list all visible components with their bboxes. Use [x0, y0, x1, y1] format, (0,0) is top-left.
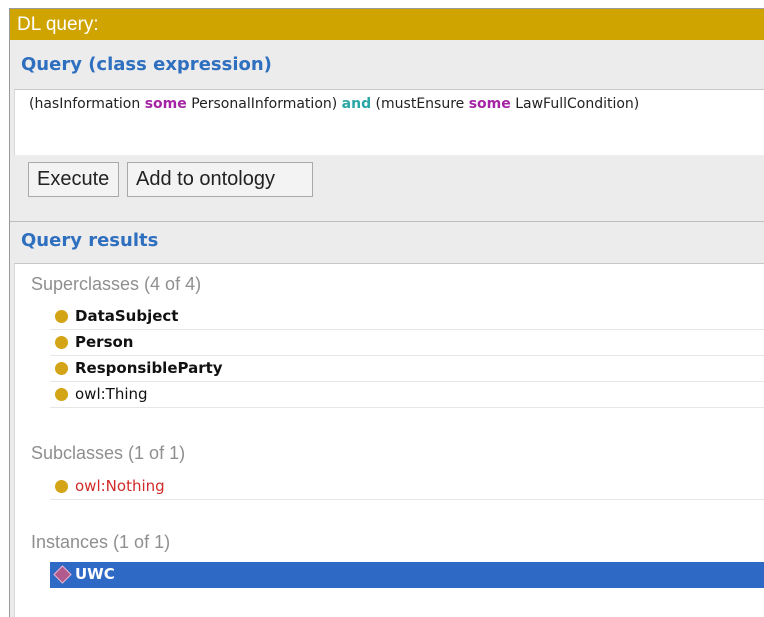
subclass-item-owl-nothing[interactable]: owl:Nothing: [50, 474, 764, 500]
superclass-item-owl-thing[interactable]: owl:Thing: [50, 382, 764, 408]
superclass-item-datasubject[interactable]: DataSubject: [50, 304, 764, 330]
subclasses-title: Subclasses (1 of 1): [31, 443, 186, 463]
class-icon: [55, 480, 68, 493]
class-icon: [55, 388, 68, 401]
query-text-part: PersonalInformation): [186, 96, 342, 112]
query-text-part: (hasInformation: [29, 96, 145, 112]
superclass-item-person[interactable]: Person: [50, 330, 764, 356]
query-input[interactable]: (hasInformation some PersonalInformation…: [14, 89, 764, 155]
results-heading: Query results: [21, 230, 159, 251]
superclass-label: owl:Thing: [75, 385, 148, 403]
section-divider: [10, 221, 764, 222]
query-text-part: (mustEnsure: [371, 96, 469, 112]
class-icon: [55, 362, 68, 375]
results-list[interactable]: Superclasses (4 of 4) DataSubject Person…: [14, 263, 764, 617]
instance-item-uwc[interactable]: UWC: [50, 562, 764, 588]
query-heading: Query (class expression): [21, 54, 272, 75]
add-to-ontology-button[interactable]: Add to ontology: [127, 162, 313, 197]
instance-label: UWC: [75, 565, 115, 583]
superclass-label: DataSubject: [75, 307, 179, 325]
keyword-and: and: [341, 96, 372, 112]
class-icon: [55, 310, 68, 323]
panel-title-bar: DL query:: [10, 9, 764, 40]
execute-button[interactable]: Execute: [28, 162, 119, 197]
class-icon: [55, 336, 68, 349]
keyword-some: some: [144, 96, 187, 112]
superclass-item-responsibleparty[interactable]: ResponsibleParty: [50, 356, 764, 382]
instances-title: Instances (1 of 1): [31, 532, 171, 552]
dl-query-panel: DL query: Query (class expression) (hasI…: [9, 8, 764, 617]
individual-icon: [53, 565, 72, 584]
superclass-label: Person: [75, 333, 134, 351]
superclasses-title: Superclasses (4 of 4): [31, 274, 202, 294]
superclass-label: ResponsibleParty: [75, 359, 223, 377]
query-text-part: LawFullCondition): [510, 96, 640, 112]
subclass-label: owl:Nothing: [75, 477, 165, 495]
keyword-some: some: [468, 96, 511, 112]
